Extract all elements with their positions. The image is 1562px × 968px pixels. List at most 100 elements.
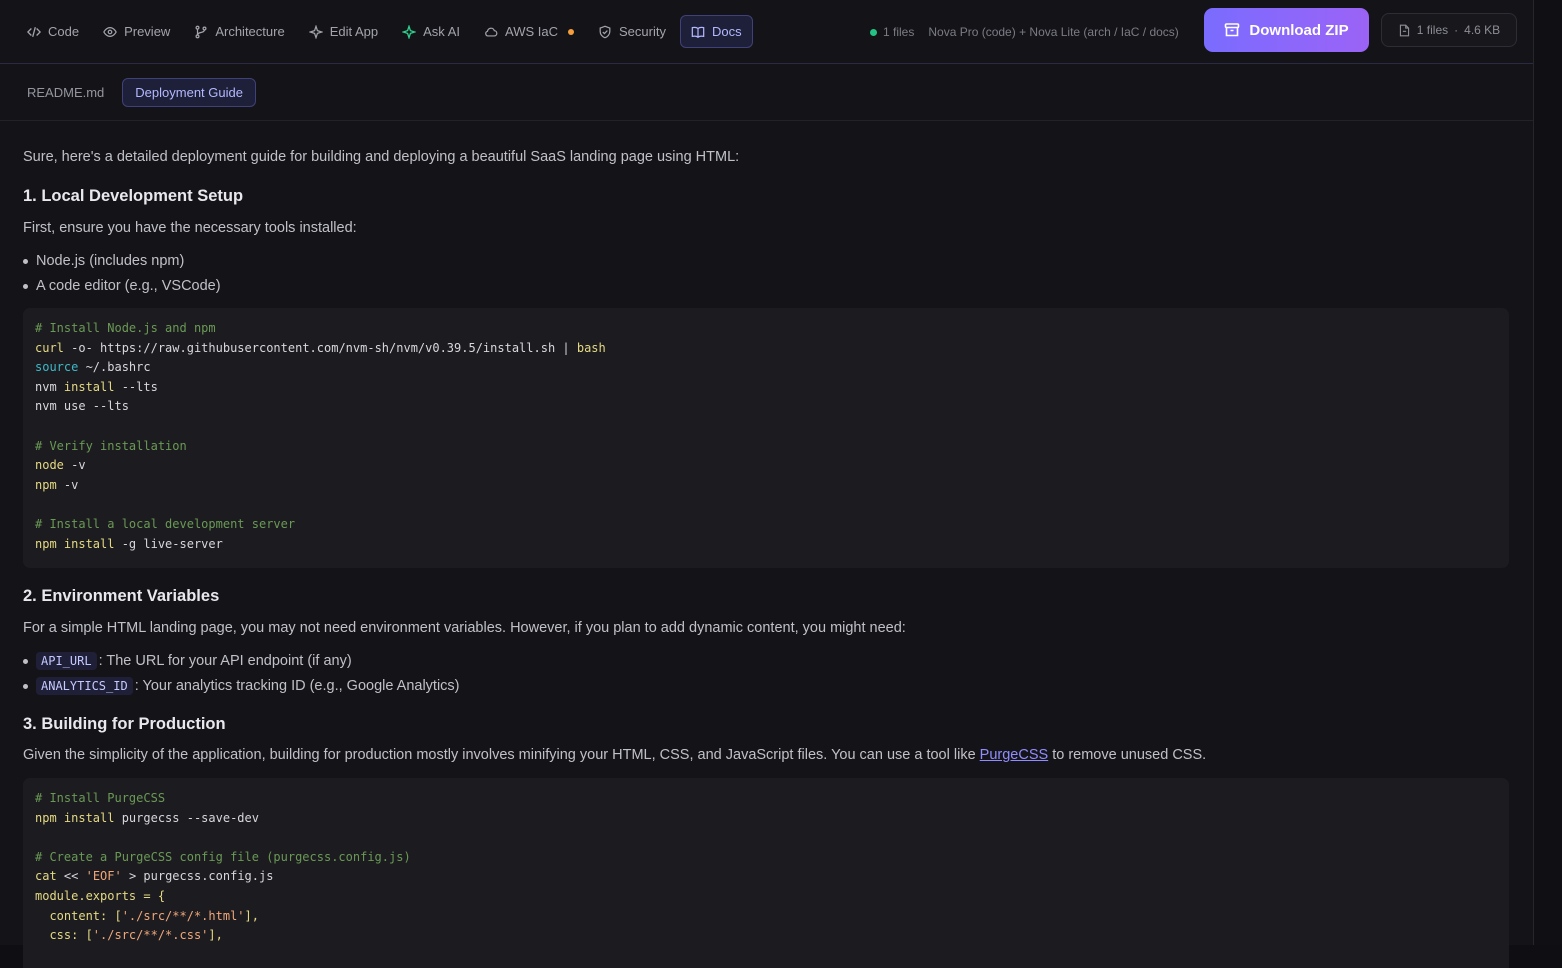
purgecss-link[interactable]: PurgeCSS — [980, 747, 1049, 763]
sparkle-icon — [308, 24, 323, 39]
code-line: nvm use --lts — [35, 399, 129, 414]
code-token: content: [ — [35, 908, 122, 923]
tab-security-label: Security — [618, 24, 666, 39]
tab-ask-ai-label: Ask AI — [423, 24, 460, 39]
docs-subtabs: README.md Deployment Guide — [0, 65, 1533, 121]
files-size: 4.6 KB — [1464, 23, 1501, 37]
tab-code-label: Code — [48, 24, 80, 39]
cloud-icon — [485, 27, 498, 37]
inline-code: ANALYTICS_ID — [36, 677, 133, 695]
code-token: css: [ — [35, 928, 93, 943]
code-comment: # Install PurgeCSS — [35, 791, 166, 805]
section-3-paragraph: Given the simplicity of the application,… — [23, 747, 1206, 763]
code-token: install — [63, 536, 115, 551]
list-item: ANALYTICS_ID: Your analytics tracking ID… — [23, 677, 460, 695]
code-token: -v — [56, 477, 79, 492]
code-comment: # Install Node.js and npm — [35, 321, 216, 335]
code-token: node — [35, 458, 64, 473]
branch-icon — [195, 25, 207, 38]
shield-icon — [599, 25, 611, 38]
code-comment: # Verify installation — [35, 438, 187, 453]
code-token: bash — [576, 340, 606, 355]
files-summary: 1 files · 4.6 KB — [1381, 13, 1517, 47]
code-token: -o- https://raw.githubusercontent.com/nv… — [63, 340, 577, 355]
code-token: -v — [63, 458, 86, 473]
files-separator: · — [1454, 23, 1459, 37]
code-token: ], — [208, 928, 223, 943]
files-count: 1 files — [1416, 23, 1449, 37]
section-2-paragraph: For a simple HTML landing page, you may … — [23, 620, 906, 636]
main-tabs: Code Preview Architecture Edit App Ask A… — [17, 15, 753, 48]
section-3-heading: 3. Building for Production — [23, 715, 226, 733]
section-2-heading: 2. Environment Variables — [23, 587, 220, 605]
tab-edit-app-label: Edit App — [329, 24, 379, 39]
download-zip-button[interactable]: Download ZIP — [1204, 8, 1369, 52]
code-icon — [27, 26, 41, 37]
section-1-heading: 1. Local Development Setup — [23, 187, 244, 205]
list-item: Node.js (includes npm) — [23, 253, 184, 269]
code-token: install — [63, 379, 115, 394]
code-token: npm — [35, 810, 64, 825]
code-token: npm — [35, 477, 57, 492]
tab-security[interactable]: Security — [588, 15, 676, 48]
list-item: API_URL: The URL for your API endpoint (… — [23, 652, 352, 670]
code-token: --lts — [114, 379, 158, 394]
code-token: source — [35, 360, 79, 375]
sparkle-green-icon — [402, 24, 417, 39]
tab-aws-iac[interactable]: AWS IaC — [474, 15, 584, 48]
list-item: A code editor (e.g., VSCode) — [23, 278, 221, 294]
tab-docs-label: Docs — [711, 24, 742, 39]
list-item-text: A code editor (e.g., VSCode) — [36, 278, 221, 294]
code-token: ], — [244, 908, 259, 923]
code-token: ~/.bashrc — [78, 360, 151, 375]
paragraph-text: to remove unused CSS. — [1048, 747, 1207, 763]
code-token: 'EOF' — [85, 869, 122, 884]
code-line: module.exports = { — [35, 888, 166, 903]
code-block-build: # Install PurgeCSS npm install purgecss … — [23, 778, 1509, 968]
code-comment: # Install a local development server — [35, 516, 296, 531]
paragraph-text: Given the simplicity of the application,… — [23, 747, 980, 763]
code-token: -g live-server — [114, 536, 223, 551]
tab-architecture-label: Architecture — [215, 24, 285, 39]
status-models: Nova Pro (code) + Nova Lite (arch / IaC … — [928, 25, 1179, 39]
code-token: purgecss --save-dev — [114, 810, 259, 825]
eye-icon — [103, 26, 117, 37]
subtab-deployment-guide[interactable]: Deployment Guide — [122, 78, 256, 107]
generation-status: 1 files Nova Pro (code) + Nova Lite (arc… — [870, 0, 1179, 64]
tab-architecture[interactable]: Architecture — [184, 15, 294, 48]
list-item-text: : The URL for your API endpoint (if any) — [98, 653, 352, 669]
subtab-readme[interactable]: README.md — [15, 78, 116, 107]
file-icon — [1399, 24, 1409, 36]
download-zip-label: Download ZIP — [1249, 21, 1349, 39]
tab-preview[interactable]: Preview — [93, 15, 180, 48]
archive-icon — [1225, 23, 1240, 37]
code-comment: # Create a PurgeCSS config file (purgecs… — [35, 849, 411, 864]
code-block-setup: # Install Node.js and npm curl -o- https… — [23, 308, 1509, 568]
code-token: > purgecss.config.js — [121, 869, 274, 884]
notification-dot — [567, 28, 574, 35]
code-token: npm — [35, 536, 64, 551]
code-token: './src/**/*.html' — [121, 908, 245, 923]
list-item-text: : Your analytics tracking ID (e.g., Goog… — [134, 678, 460, 694]
status-files: 1 files — [883, 25, 915, 39]
inline-code: API_URL — [36, 652, 97, 670]
code-token: './src/**/*.css' — [92, 928, 209, 943]
tab-ask-ai[interactable]: Ask AI — [392, 15, 470, 48]
status-dot — [870, 28, 877, 36]
tab-docs[interactable]: Docs — [679, 15, 753, 48]
tab-preview-label: Preview — [124, 24, 171, 39]
code-token: install — [63, 810, 115, 825]
doc-intro: Sure, here's a detailed deployment guide… — [23, 149, 740, 165]
tab-code[interactable]: Code — [17, 15, 89, 48]
list-item-text: Node.js (includes npm) — [36, 253, 185, 269]
tab-aws-iac-label: AWS IaC — [505, 24, 558, 39]
tab-edit-app[interactable]: Edit App — [299, 15, 388, 48]
section-1-paragraph: First, ensure you have the necessary too… — [23, 220, 357, 236]
code-token: cat — [35, 869, 57, 884]
code-token: << — [56, 869, 86, 884]
top-toolbar: Code Preview Architecture Edit App Ask A… — [0, 0, 1533, 64]
app-window: Code Preview Architecture Edit App Ask A… — [0, 0, 1534, 968]
book-icon — [691, 26, 705, 38]
code-token: nvm — [35, 379, 64, 394]
window-gutter — [1534, 0, 1562, 945]
